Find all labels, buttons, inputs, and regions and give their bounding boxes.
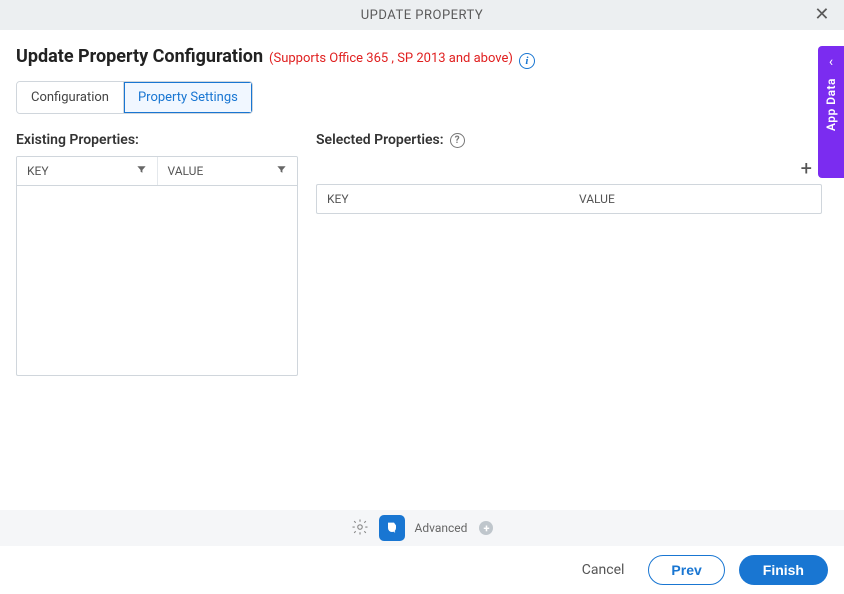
titlebar: UPDATE PROPERTY ✕ <box>0 0 844 30</box>
selected-properties-wrap: + KEY VALUE <box>316 156 828 214</box>
help-icon[interactable]: ? <box>450 133 465 148</box>
app-data-side-handle[interactable]: ‹ App Data <box>818 46 844 178</box>
selected-col-value: VALUE <box>569 185 821 213</box>
existing-properties-table: KEY VALUE <box>16 156 298 376</box>
close-icon[interactable]: ✕ <box>810 4 834 26</box>
existing-properties-label: Existing Properties: <box>16 132 298 148</box>
advanced-label[interactable]: Advanced <box>415 521 468 535</box>
cancel-button[interactable]: Cancel <box>572 556 635 584</box>
add-property-icon[interactable]: + <box>797 158 816 178</box>
support-note: (Supports Office 365 , SP 2013 and above… <box>269 51 513 66</box>
selected-properties-table: KEY VALUE <box>316 184 822 214</box>
bottom-bar: Advanced + <box>0 510 844 546</box>
selected-properties-actions: + <box>316 156 822 184</box>
selected-col-key: KEY <box>317 185 569 213</box>
prev-button[interactable]: Prev <box>648 555 724 585</box>
chevron-left-icon: ‹ <box>829 54 833 70</box>
selected-properties-panel: Selected Properties: ? + KEY VALUE <box>316 132 828 376</box>
app-chip-icon[interactable] <box>379 515 405 541</box>
page-title-row: Update Property Configuration (Supports … <box>16 46 828 67</box>
existing-properties-panel: Existing Properties: KEY VALUE <box>16 132 298 376</box>
existing-col-value-label: VALUE <box>168 164 204 178</box>
tab-property-settings[interactable]: Property Settings <box>123 82 252 113</box>
page-title: Update Property Configuration <box>16 46 263 67</box>
tabs: Configuration Property Settings <box>16 81 253 114</box>
info-icon[interactable]: i <box>519 53 535 69</box>
existing-properties-header: KEY VALUE <box>17 157 297 186</box>
app-data-label: App Data <box>824 78 838 131</box>
content-area: Update Property Configuration (Supports … <box>0 30 844 376</box>
filter-icon[interactable] <box>136 164 147 178</box>
existing-col-value[interactable]: VALUE <box>157 157 298 185</box>
advanced-expand-icon[interactable]: + <box>479 521 493 535</box>
tab-configuration[interactable]: Configuration <box>17 82 123 113</box>
titlebar-title: UPDATE PROPERTY <box>361 8 483 23</box>
existing-col-key-label: KEY <box>27 164 49 178</box>
filter-icon[interactable] <box>276 164 287 178</box>
columns: Existing Properties: KEY VALUE <box>16 132 828 376</box>
gear-icon[interactable] <box>351 518 369 539</box>
finish-button[interactable]: Finish <box>739 555 828 585</box>
existing-col-key[interactable]: KEY <box>17 157 157 185</box>
footer: Cancel Prev Finish <box>0 546 844 594</box>
selected-properties-header: KEY VALUE <box>317 185 821 213</box>
selected-properties-label: Selected Properties: ? <box>316 132 828 148</box>
